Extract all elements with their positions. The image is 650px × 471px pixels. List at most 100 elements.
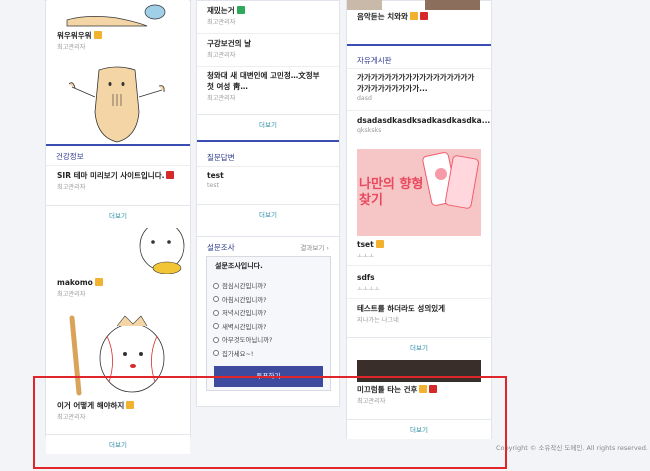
- list-item[interactable]: makomo 최고관리자: [47, 277, 189, 298]
- list-item[interactable]: 청와대 새 대변인에 고민정…文정부 첫 여성 靑… 최고관리자: [197, 70, 339, 102]
- poll-option[interactable]: 집가세요~!: [213, 347, 328, 361]
- list-item[interactable]: 이거 어떻게 해야하지 최고관리자: [47, 400, 189, 421]
- thumbnail-hand-illustration[interactable]: [47, 0, 189, 28]
- more-button[interactable]: 더보기: [347, 337, 491, 357]
- admin-badge-icon: [419, 385, 428, 393]
- thumbnail-promo[interactable]: 나만의 향형 찾기: [357, 149, 481, 236]
- item-separator: [197, 66, 339, 67]
- item-author: ㅗㅗㅗㅗ: [357, 286, 380, 293]
- item-title: 음악듣는 치와와: [357, 12, 408, 21]
- section-header-health[interactable]: 건강정보: [46, 148, 190, 164]
- item-author: 최고관리자: [57, 44, 86, 51]
- thumbnail-photo[interactable]: [357, 360, 481, 382]
- item-separator: [347, 298, 491, 299]
- poll-option[interactable]: 아침시간입니까?: [213, 293, 328, 307]
- list-item[interactable]: dsadasdkasdksadkasdkasdka... qksksks: [347, 115, 491, 134]
- item-author: 최고관리자: [57, 184, 86, 191]
- section-title: 건강정보: [56, 151, 84, 161]
- admin-badge-icon: [94, 278, 103, 286]
- poll-options: 점심시간입니까? 아침시간입니까? 저녁시간입니까? 새벽시간입니까? 아무것도…: [213, 279, 328, 360]
- item-title: 청와대 새 대변인에 고민정…文정부 첫 여성 靑…: [207, 71, 320, 91]
- list-item[interactable]: 재밌는거 최고관리자: [197, 5, 339, 26]
- character-illustration-svg: [68, 66, 165, 143]
- list-item[interactable]: tset ㅗㅗㅗ: [347, 239, 491, 260]
- thumbnail-character-illustration[interactable]: [47, 62, 189, 144]
- radio-icon[interactable]: [213, 309, 219, 316]
- admin-badge-icon: [93, 31, 102, 39]
- item-title: test: [207, 171, 224, 180]
- item-author: dasd: [357, 95, 372, 102]
- radio-icon[interactable]: [213, 282, 219, 289]
- footer-copyright: Copyright © 소유작신 도메인. All rights reserve…: [496, 444, 648, 452]
- item-author: qksksks: [357, 127, 382, 134]
- poll-option[interactable]: 새벽시간입니까?: [213, 320, 328, 334]
- radio-icon[interactable]: [213, 296, 219, 303]
- item-author: ㅗㅗㅗ: [357, 253, 375, 260]
- thumbnail-top[interactable]: [347, 0, 382, 10]
- more-button[interactable]: 더보기: [197, 204, 339, 224]
- radio-icon[interactable]: [213, 323, 219, 330]
- list-item[interactable]: 미끄럼틀 타는 건후 최고관리자: [347, 384, 491, 405]
- thumbnail-egg-character[interactable]: [47, 228, 189, 274]
- item-author: 최고관리자: [57, 291, 86, 298]
- poll-option[interactable]: 아무것도아닙니까?: [213, 333, 328, 347]
- hot-badge-icon: [429, 385, 438, 393]
- item-separator: [197, 33, 339, 34]
- poll-results-link[interactable]: 결과보기 ›: [300, 242, 329, 252]
- list-item[interactable]: 워우워우워 최고관리자: [47, 30, 189, 51]
- thumbnail-baseball-character[interactable]: [47, 308, 189, 398]
- thumbnail-top-right[interactable]: [425, 0, 480, 10]
- section-title: 설문조사: [207, 242, 235, 252]
- new-badge-icon: [236, 6, 245, 14]
- more-button[interactable]: 더보기: [46, 205, 190, 225]
- list-item[interactable]: 구강보건의 날 최고관리자: [197, 38, 339, 59]
- hand-illustration-svg: [66, 4, 166, 27]
- section-divider: [197, 140, 339, 142]
- item-separator: [347, 265, 491, 266]
- promo-text: 나만의 향형 찾기: [359, 177, 424, 208]
- section-header-qa[interactable]: 질문답변: [197, 149, 339, 165]
- admin-badge-icon: [375, 240, 384, 248]
- item-author: 최고관리자: [207, 52, 236, 59]
- poll-option[interactable]: 점심시간입니까?: [213, 279, 328, 293]
- header-separator: [197, 166, 339, 167]
- list-item[interactable]: sdfs ㅗㅗㅗㅗ: [347, 272, 491, 293]
- item-author: test: [207, 182, 219, 189]
- list-item[interactable]: 가가가가가가가가가가가가가가가가가가가가가가가가가가... dasd: [347, 72, 491, 102]
- poll-question: 설문조사입니다.: [215, 262, 263, 270]
- section-header-poll: 설문조사 결과보기 ›: [197, 240, 339, 254]
- item-author: 최고관리자: [207, 19, 236, 26]
- admin-badge-icon: [126, 401, 135, 409]
- baseball-character-svg: [69, 315, 165, 396]
- poll-option[interactable]: 저녁시간입니까?: [213, 306, 328, 320]
- admin-badge-icon: [409, 12, 418, 20]
- item-author: 최고관리자: [207, 95, 236, 102]
- section-title: 자유게시판: [357, 55, 392, 65]
- item-title: 미끄럼틀 타는 건후: [357, 385, 418, 394]
- item-title: 재밌는거: [207, 6, 235, 15]
- egg-character-svg: [139, 228, 185, 274]
- section-header-free[interactable]: 자유게시판: [347, 53, 491, 67]
- item-title: makomo: [57, 278, 93, 287]
- item-author: 지나가는 나그네: [357, 317, 399, 324]
- vote-button[interactable]: 투표하기: [214, 366, 323, 387]
- list-item[interactable]: 음악듣는 치와와: [347, 11, 491, 22]
- item-title: 테스트를 하더라도 성의있게: [357, 304, 446, 313]
- more-button[interactable]: 더보기: [197, 114, 339, 134]
- item-title: 워우워우워: [57, 31, 92, 40]
- list-item[interactable]: test test: [197, 170, 339, 189]
- more-button[interactable]: 더보기: [347, 419, 491, 439]
- list-item[interactable]: 테스트를 하더라도 성의있게 지나가는 나그네: [347, 303, 491, 324]
- more-button[interactable]: 더보기: [46, 434, 190, 454]
- header-separator: [347, 68, 491, 69]
- item-title: 이거 어떻게 해야하지: [57, 401, 125, 410]
- item-title: 구강보건의 날: [207, 39, 252, 48]
- item-title: sdfs: [357, 273, 375, 282]
- radio-icon[interactable]: [213, 336, 219, 343]
- item-title: tset: [357, 240, 374, 249]
- list-item[interactable]: SIR 테마 미리보기 사이트입니다. 최고관리자: [47, 170, 189, 191]
- radio-icon[interactable]: [213, 350, 219, 357]
- hot-badge-icon: [166, 171, 175, 179]
- section-divider: [347, 44, 491, 46]
- section-divider: [46, 144, 190, 146]
